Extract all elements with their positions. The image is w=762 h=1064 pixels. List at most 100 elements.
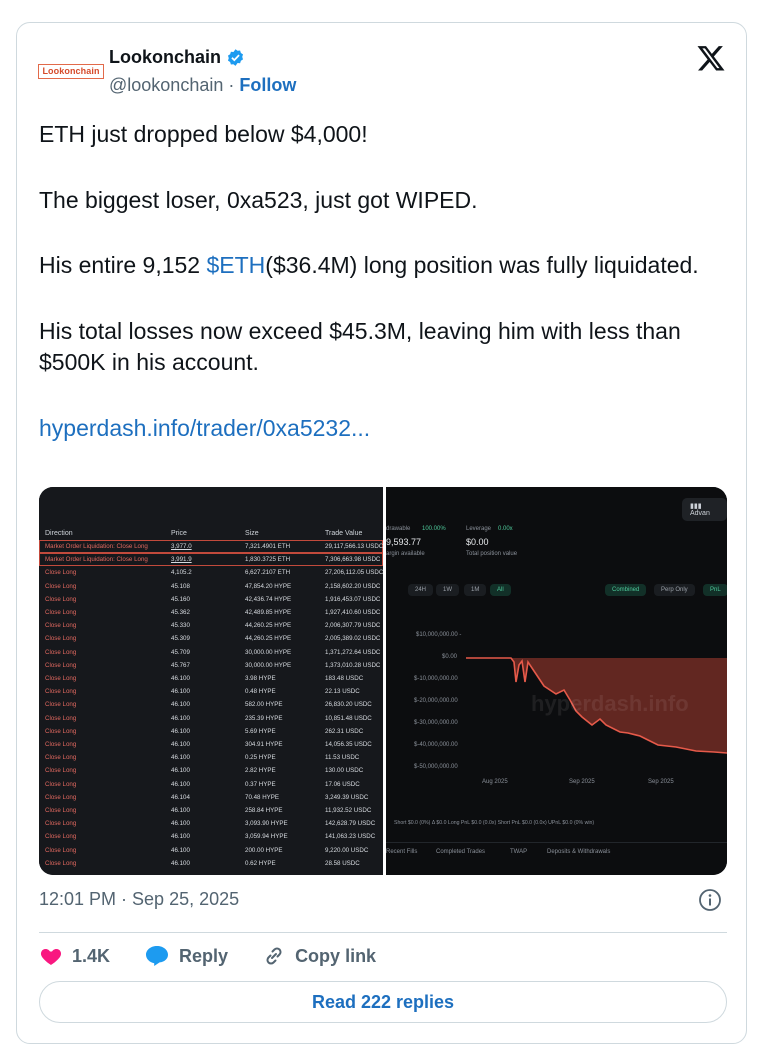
table-cell: Close Long — [45, 701, 77, 709]
reply-button[interactable]: Reply — [144, 944, 228, 968]
table-cell: 46.100 — [171, 714, 190, 722]
table-cell: 235.39 HYPE — [245, 714, 283, 722]
table-row: Close Long 46.100 0.48 HYPE 22.13 USDC — [39, 685, 383, 698]
table-cell: Close Long — [45, 595, 77, 603]
table-cell: Market Order Liquidation: Close Long — [45, 543, 148, 550]
reply-label: Reply — [179, 945, 229, 966]
table-row: Market Order Liquidation: Close Long 3,97… — [39, 540, 383, 553]
table-row: Close Long 46.100 0.62 HYPE 28.58 USDC — [39, 857, 383, 870]
copy-link-button[interactable]: Copy link — [262, 944, 376, 968]
info-icon[interactable] — [698, 888, 722, 912]
tweet-text: ETH just dropped below $4,000! The bigge… — [39, 119, 729, 444]
x-logo-icon[interactable] — [696, 43, 726, 73]
eth-cashtag-link[interactable]: $ETH — [206, 252, 265, 278]
tweet-paragraph-4: His total losses now exceed $45.3M, leav… — [39, 317, 681, 376]
table-cell: 5.69 HYPE — [245, 727, 276, 735]
table-cell: 26,830.20 USDC — [325, 701, 372, 709]
table-cell: 46.100 — [171, 675, 190, 682]
table-cell: Close Long — [45, 622, 77, 630]
table-cell: 0.25 HYPE — [245, 754, 276, 762]
avatar-logo-text: Lookonchain — [38, 63, 104, 79]
media-image[interactable]: Direction Price Size Trade Value Market Ord… — [39, 487, 727, 875]
tweet-paragraph-1: ETH just dropped below $4,000! — [39, 121, 368, 147]
bottom-tabs-divider — [386, 842, 727, 843]
table-cell: Close Long — [45, 846, 77, 854]
table-cell: 46.100 — [171, 754, 190, 762]
table-cell: 46.100 — [171, 833, 190, 841]
table-row: Close Long 46.100 582.00 HYPE 26,830.20 USD… — [39, 698, 383, 711]
table-cell: 42,436.74 HYPE — [245, 595, 292, 603]
table-cell: 14,056.35 USDC — [325, 741, 372, 748]
table-header-cell: Size — [245, 530, 259, 537]
table-row: Close Long 46.100 235.39 HYPE 10,851.48 USD… — [39, 712, 383, 725]
author-handle[interactable]: @lookonchain — [109, 75, 223, 95]
avatar[interactable]: Lookonchain — [38, 53, 104, 89]
table-cell: 46.100 — [171, 820, 190, 828]
table-cell: 2,158,602.20 USDC — [325, 582, 381, 590]
table-cell: 30,000.00 HYPE — [245, 661, 292, 669]
table-cell: 200.00 HYPE — [245, 846, 283, 854]
tweet-p3-before: His entire 9,152 — [39, 252, 207, 278]
table-cell: 3,249.39 USDC — [325, 793, 369, 801]
table-cell: 42,489.85 HYPE — [245, 609, 292, 616]
pnl-chart-screenshot: ▮▮▮ Advan drawable 100.00% 9,593.77 argi… — [386, 487, 727, 875]
table-cell: Close Long — [45, 793, 77, 801]
table-row: Close Long 46.104 70.48 HYPE 3,249.39 USDC — [39, 791, 383, 804]
tweet-p3-after: ($36.4M) long position was fully liquida… — [265, 252, 699, 278]
table-cell: 3,991.9 — [171, 556, 192, 564]
table-cell: Close Long — [45, 569, 77, 577]
table-cell: 1,830.3725 ETH — [245, 556, 291, 564]
table-row: Close Long 46.100 3,093.90 HYPE 142,628.79 … — [39, 817, 383, 830]
bottom-tab-twap: TWAP — [510, 849, 528, 855]
table-cell: Close Long — [45, 807, 77, 814]
table-cell: Close Long — [45, 859, 77, 867]
table-cell: Close Long — [45, 714, 77, 722]
table-row: Close Long 45.767 30,000.00 HYPE 1,373,010.… — [39, 659, 383, 672]
tweet-timestamp[interactable]: 12:01 PM · Sep 25, 2025 — [39, 889, 239, 910]
table-cell: Close Long — [45, 767, 77, 775]
table-cell: 27,206,112.05 USDC — [325, 569, 384, 577]
table-header-cell: Price — [171, 530, 187, 537]
heart-icon — [40, 949, 62, 965]
table-cell: 46.100 — [171, 780, 190, 788]
table-cell: Close Long — [45, 688, 77, 696]
x-tick-sep-2: Sep 2025 — [648, 779, 674, 785]
table-row: Close Long 45.309 44,260.25 HYPE 2,005,389.… — [39, 632, 383, 645]
table-cell: Close Long — [45, 727, 77, 735]
table-cell: 7,321.4901 ETH — [245, 543, 291, 550]
read-replies-button[interactable]: Read 222 replies — [39, 981, 727, 1023]
table-cell: Close Long — [45, 741, 77, 748]
table-cell: 45.330 — [171, 622, 190, 630]
table-row: Close Long 4,105.2 6,627.2107 ETH 27,206,11… — [39, 566, 383, 579]
table-cell: 3,059.94 HYPE — [245, 833, 288, 841]
table-cell: 11,932.52 USDC — [325, 807, 372, 814]
table-cell: 45.767 — [171, 661, 190, 669]
table-cell: 4,105.2 — [171, 569, 192, 577]
table-row: Close Long 46.100 200.00 HYPE 9,220.00 USDC — [39, 844, 383, 857]
table-row: Close Long 45.330 44,260.25 HYPE 2,006,307.… — [39, 619, 383, 632]
table-header-cell: Trade Value — [325, 530, 363, 537]
table-cell: Close Long — [45, 780, 77, 788]
table-cell: 22.13 USDC — [325, 688, 360, 696]
author-name-row[interactable]: Lookonchain — [109, 47, 245, 68]
table-row: Close Long 46.100 304.91 HYPE 14,056.35 USD… — [39, 738, 383, 751]
follow-button[interactable]: Follow — [239, 75, 296, 95]
table-cell: 45.362 — [171, 609, 190, 616]
chart-watermark: hyperdash.info — [531, 691, 689, 716]
table-cell: 1,371,272.64 USDC — [325, 648, 381, 656]
table-cell: 258.84 HYPE — [245, 807, 283, 814]
table-header-cell: Direction — [45, 530, 73, 537]
table-cell: 262.31 USDC — [325, 727, 364, 735]
footer-stats: Short $0.0 (0%) Δ $0.0 Long PnL $0.0 (0.… — [394, 820, 595, 826]
tweet-paragraph-3: His entire 9,152 $ETH($36.4M) long posit… — [39, 250, 729, 282]
table-cell: Close Long — [45, 582, 77, 590]
bottom-tab-recent-fills: Recent Fills — [386, 849, 418, 855]
handle-line: @lookonchain · Follow — [109, 75, 296, 96]
hyperdash-link[interactable]: hyperdash.info/trader/0xa5232... — [39, 415, 370, 441]
table-row: Market Order Liquidation: Close Long 3,99… — [39, 553, 383, 567]
table-cell: 46.104 — [171, 793, 190, 801]
author-name[interactable]: Lookonchain — [109, 47, 221, 68]
like-button[interactable]: 1.4K — [39, 944, 110, 968]
table-cell: 46.100 — [171, 807, 190, 814]
table-cell: 46.100 — [171, 859, 190, 867]
